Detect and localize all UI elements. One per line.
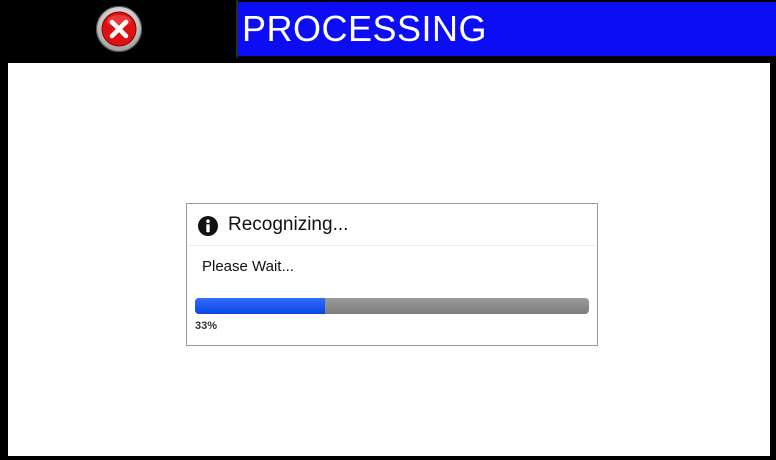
close-area <box>0 0 238 58</box>
content-area: Recognizing... Please Wait... 33% <box>8 63 770 456</box>
window-title: PROCESSING <box>242 8 488 49</box>
progress-dialog: Recognizing... Please Wait... 33% <box>186 203 598 346</box>
title-area: PROCESSING <box>238 2 776 56</box>
dialog-message: Please Wait... <box>202 258 294 275</box>
processing-screen: PROCESSING Recognizing... Please Wait...… <box>0 0 776 460</box>
close-button[interactable] <box>96 6 142 52</box>
progress-fill <box>195 298 326 314</box>
progress-bar <box>195 298 589 314</box>
progress-percent-label: 33% <box>195 320 218 332</box>
dialog-header: Recognizing... <box>187 204 597 246</box>
close-icon <box>101 11 137 47</box>
title-bar: PROCESSING <box>0 0 776 58</box>
info-icon <box>198 216 218 236</box>
dialog-title: Recognizing... <box>228 214 349 235</box>
